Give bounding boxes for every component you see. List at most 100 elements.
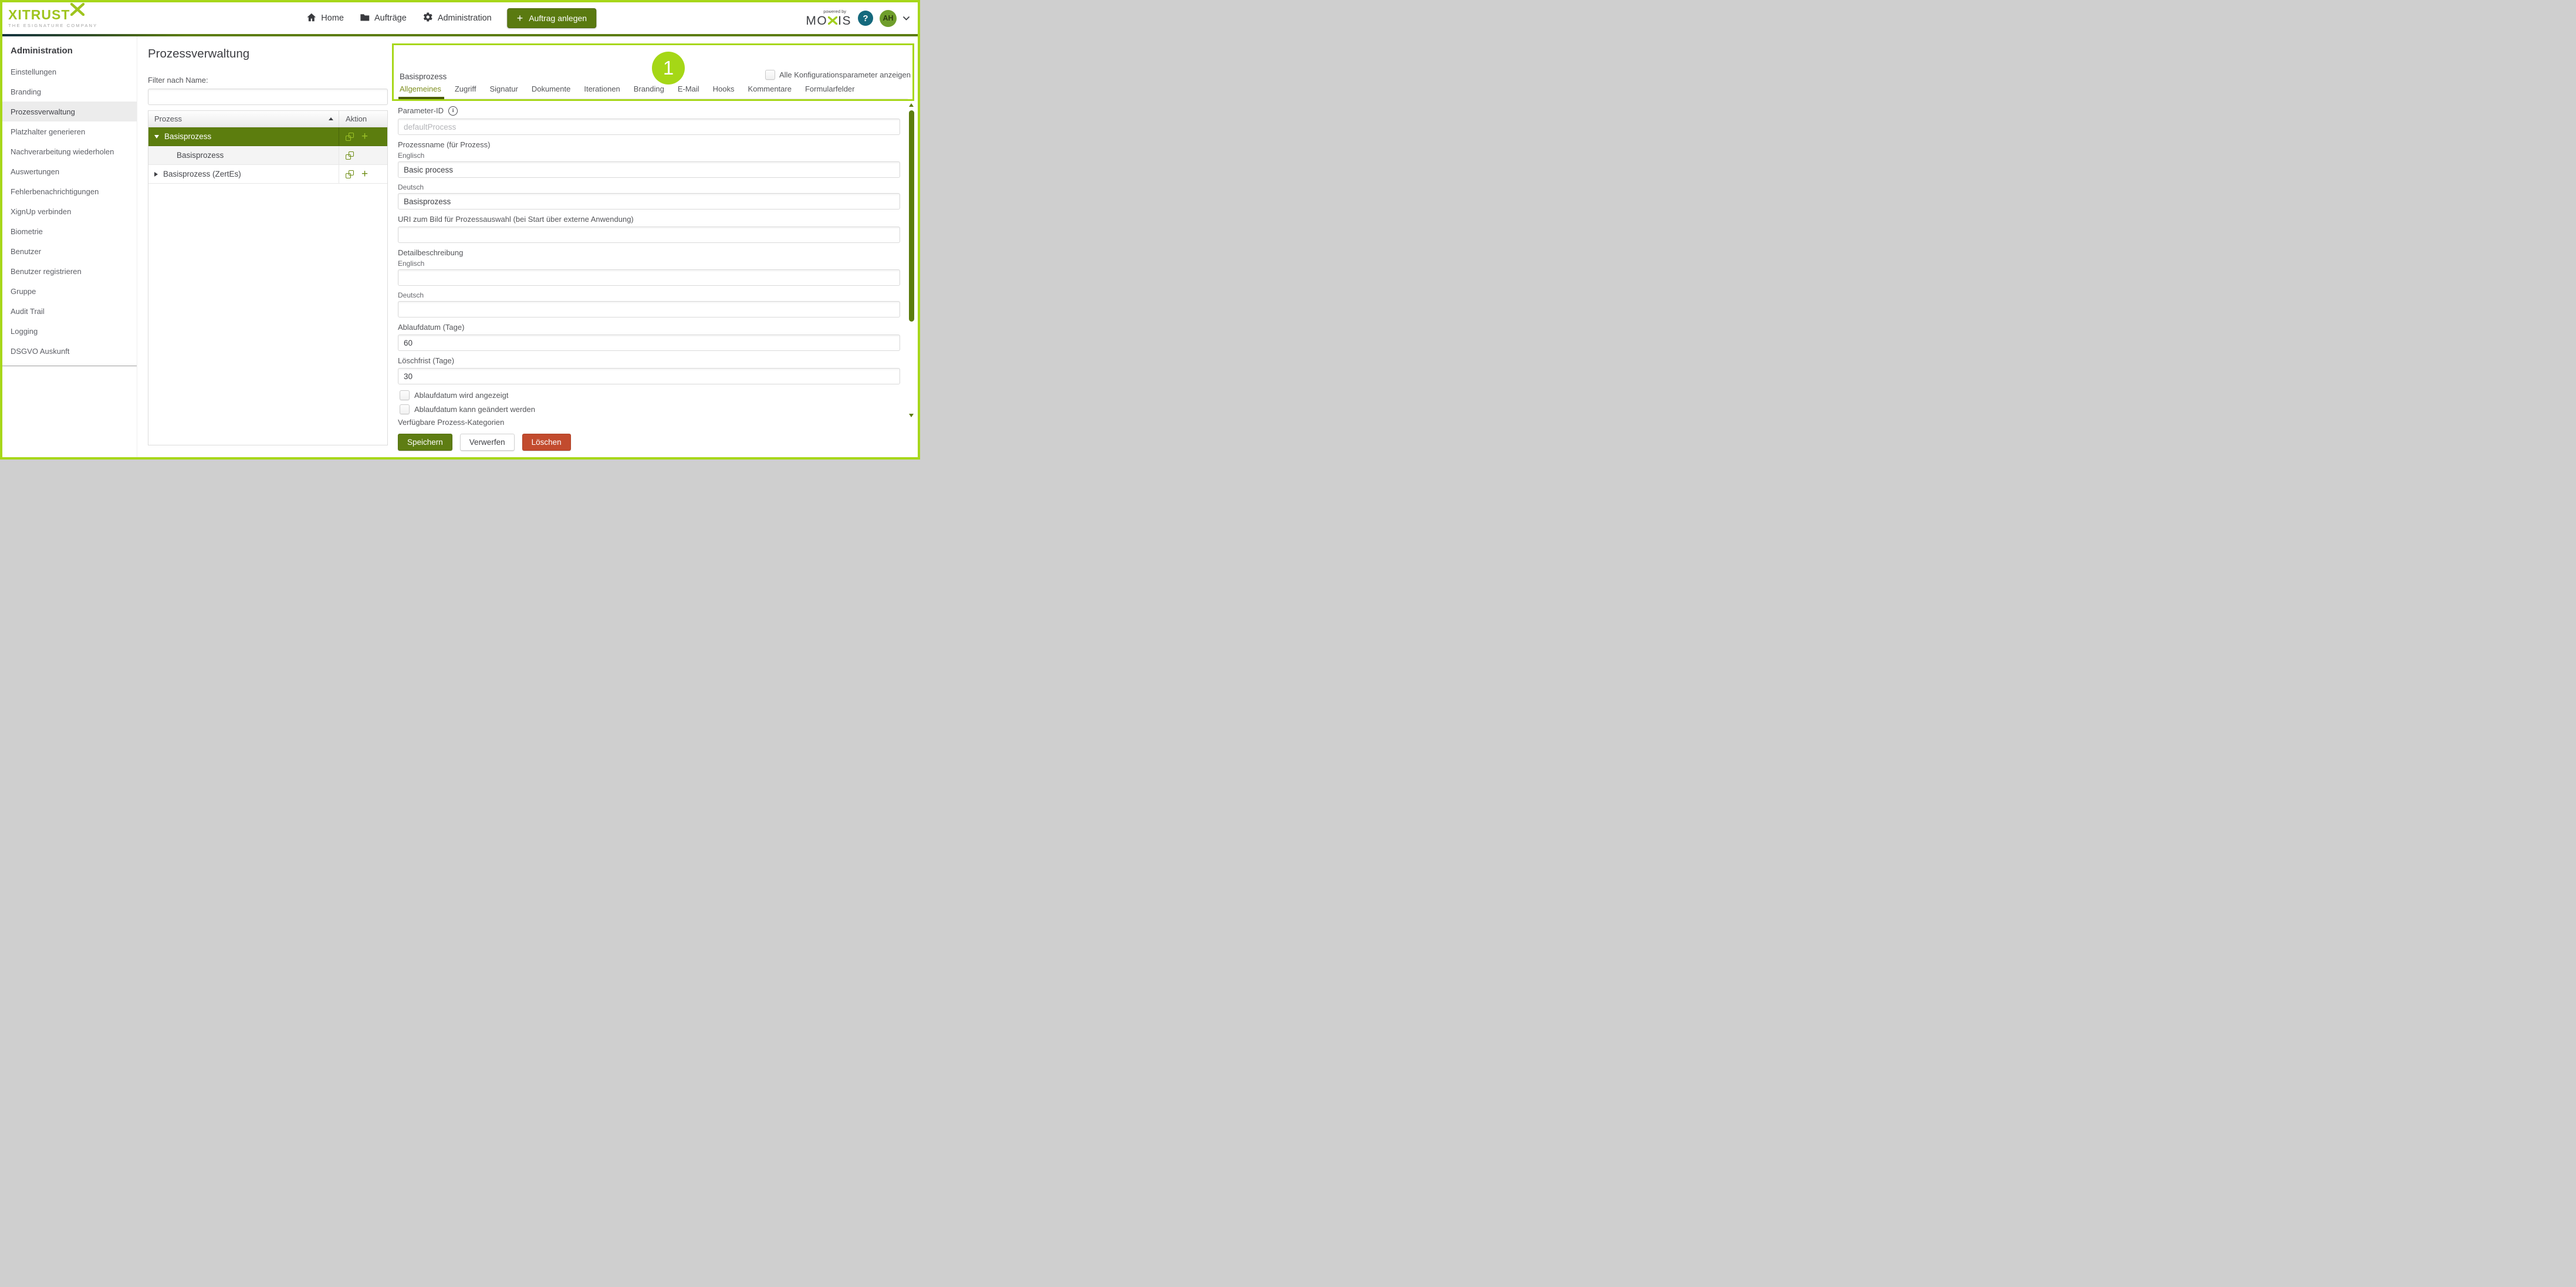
sidebar-item[interactable]: Biometrie bbox=[2, 221, 137, 241]
tab-label: Branding bbox=[634, 85, 664, 93]
tab[interactable]: Hooks bbox=[713, 85, 735, 93]
create-order-label: Auftrag anlegen bbox=[529, 13, 587, 23]
tab[interactable]: Signatur bbox=[489, 85, 518, 93]
tab[interactable]: Kommentare bbox=[748, 85, 792, 93]
sidebar-item[interactable]: Platzhalter generieren bbox=[2, 121, 137, 141]
discard-button[interactable]: Verwerfen bbox=[460, 434, 515, 451]
app-window: XITRUST THE ESIGNATURE COMPANY Home bbox=[0, 0, 920, 460]
help-button[interactable]: ? bbox=[858, 11, 873, 26]
tab[interactable]: E-Mail bbox=[678, 85, 699, 93]
plus-icon: + bbox=[517, 15, 523, 21]
powered-by-label: powered by bbox=[823, 9, 846, 14]
description-en-input[interactable] bbox=[398, 269, 900, 286]
sidebar-item[interactable]: Benutzer registrieren bbox=[2, 261, 137, 281]
caret-right-icon[interactable] bbox=[154, 172, 158, 177]
tab[interactable]: Allgemeines bbox=[400, 85, 441, 93]
scroll-down-icon[interactable] bbox=[909, 414, 914, 417]
scroll-up-icon[interactable] bbox=[909, 103, 914, 107]
sidebar-item[interactable]: Auswertungen bbox=[2, 161, 137, 181]
table-row[interactable]: Basisprozess + bbox=[148, 127, 387, 146]
sidebar-item[interactable]: Branding bbox=[2, 82, 137, 102]
annotation-number: 1 bbox=[663, 57, 674, 79]
uri-input[interactable] bbox=[398, 227, 900, 243]
show-all-label: Alle Konfigurationsparameter anzeigen bbox=[779, 70, 911, 79]
filter-label: Filter nach Name: bbox=[148, 76, 388, 85]
sidebar-item[interactable]: Audit Trail bbox=[2, 301, 137, 321]
copy-icon[interactable] bbox=[346, 133, 354, 141]
process-name-de-input[interactable] bbox=[398, 193, 900, 210]
xitrust-x-icon bbox=[70, 3, 84, 18]
form-scrollbar bbox=[909, 103, 914, 417]
moxis-right: IS bbox=[838, 15, 851, 27]
uri-label: URI zum Bild für Prozessauswahl (bei Sta… bbox=[398, 215, 900, 224]
deletion-input[interactable] bbox=[398, 368, 900, 384]
user-avatar[interactable]: AH bbox=[880, 10, 897, 27]
sidebar-item-label: Biometrie bbox=[11, 227, 43, 236]
process-name-en-input[interactable] bbox=[398, 161, 900, 178]
show-all-parameters: Alle Konfigurationsparameter anzeigen bbox=[765, 70, 911, 80]
parameter-id-input[interactable] bbox=[398, 119, 900, 135]
filter-name-input[interactable] bbox=[148, 89, 388, 105]
sidebar-item[interactable]: Logging bbox=[2, 321, 137, 341]
table-row[interactable]: Basisprozess (ZertEs) + bbox=[148, 165, 387, 184]
sidebar-menu: Einstellungen Branding Prozessverwaltung… bbox=[2, 62, 137, 361]
process-name: Basisprozess (ZertEs) bbox=[163, 170, 241, 178]
sidebar-item-label: Benutzer bbox=[11, 247, 41, 256]
tab-label: Signatur bbox=[489, 85, 518, 93]
sort-asc-icon bbox=[329, 117, 333, 120]
sidebar-item[interactable]: Nachverarbeitung wiederholen bbox=[2, 141, 137, 161]
tab-label: Zugriff bbox=[455, 85, 476, 93]
sidebar-item[interactable]: Gruppe bbox=[2, 281, 137, 301]
save-button[interactable]: Speichern bbox=[398, 434, 452, 451]
detail-tabs: Allgemeines Zugriff Signatur Dokumente I… bbox=[400, 85, 908, 99]
info-icon[interactable]: i bbox=[448, 106, 458, 116]
tab[interactable]: Formularfelder bbox=[805, 85, 855, 93]
sidebar-item-label: Auswertungen bbox=[11, 167, 59, 176]
scrollbar-thumb[interactable] bbox=[909, 110, 914, 322]
create-order-button[interactable]: + Auftrag anlegen bbox=[508, 8, 596, 28]
expiry-changeable-checkbox[interactable] bbox=[400, 404, 410, 414]
sidebar-item[interactable]: DSGVO Auskunft bbox=[2, 341, 137, 361]
column-header-action: Aktion bbox=[339, 111, 387, 127]
copy-icon[interactable] bbox=[346, 151, 354, 160]
deletion-label: Löschfrist (Tage) bbox=[398, 357, 900, 365]
table-row[interactable]: Basisprozess bbox=[148, 146, 387, 165]
show-all-checkbox[interactable] bbox=[765, 70, 775, 80]
add-icon[interactable]: + bbox=[361, 134, 368, 140]
process-name-en-field: * bbox=[398, 161, 900, 178]
sidebar-item[interactable]: Einstellungen bbox=[2, 62, 137, 82]
add-icon[interactable]: + bbox=[361, 171, 368, 177]
tab[interactable]: Zugriff bbox=[455, 85, 476, 93]
tab-label: Dokumente bbox=[532, 85, 570, 93]
expiry-input[interactable] bbox=[398, 335, 900, 351]
selected-process-name: Basisprozess bbox=[400, 72, 447, 81]
sidebar-item[interactable]: Benutzer bbox=[2, 241, 137, 261]
caret-down-icon[interactable] bbox=[154, 135, 159, 139]
brand-tagline: THE ESIGNATURE COMPANY bbox=[8, 23, 97, 28]
sidebar-item[interactable]: Fehlerbenachrichtigungen bbox=[2, 181, 137, 201]
sidebar-item-label: XignUp verbinden bbox=[11, 207, 71, 216]
brand-text: XITRUST bbox=[8, 8, 70, 22]
sidebar-item[interactable]: Prozessverwaltung bbox=[2, 102, 137, 121]
nav-administration[interactable]: Administration bbox=[422, 12, 492, 25]
sidebar-item[interactable]: XignUp verbinden bbox=[2, 201, 137, 221]
tab[interactable]: Branding bbox=[634, 85, 664, 93]
xitrust-logo[interactable]: XITRUST THE ESIGNATURE COMPANY bbox=[8, 6, 97, 28]
moxis-x-icon bbox=[828, 15, 837, 27]
column-header-process[interactable]: Prozess bbox=[148, 111, 339, 127]
detail-description-label: Detailbeschreibung bbox=[398, 249, 900, 257]
description-de-input[interactable] bbox=[398, 301, 900, 317]
copy-icon[interactable] bbox=[346, 170, 354, 178]
nav-auftraege[interactable]: Aufträge bbox=[360, 13, 407, 24]
tab[interactable]: Dokumente bbox=[532, 85, 570, 93]
tab[interactable]: Iterationen bbox=[584, 85, 620, 93]
expiry-shown-checkbox[interactable] bbox=[400, 390, 410, 400]
chevron-down-icon[interactable] bbox=[903, 16, 910, 21]
process-detail-panel: Basisprozess 1 Alle Konfigurationsparame… bbox=[392, 36, 918, 457]
process-name: Basisprozess bbox=[164, 132, 211, 141]
admin-sidebar: Administration Einstellungen Branding Pr… bbox=[2, 36, 137, 457]
delete-button[interactable]: Löschen bbox=[522, 434, 571, 451]
column-process-label: Prozess bbox=[154, 114, 182, 123]
sidebar-item-label: DSGVO Auskunft bbox=[11, 347, 69, 356]
nav-home[interactable]: Home bbox=[306, 12, 344, 25]
